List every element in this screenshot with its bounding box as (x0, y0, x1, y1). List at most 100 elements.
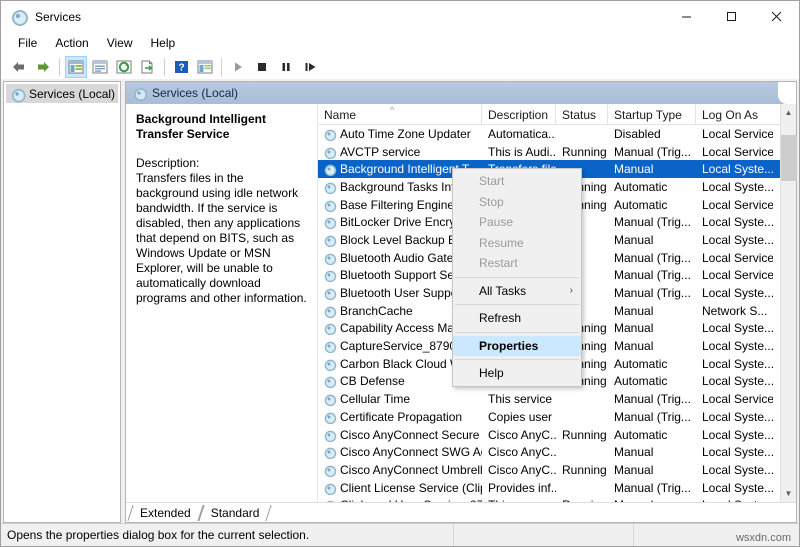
cell-service-log-on-as: Local Service (702, 250, 773, 265)
cell-service-startup-type: Manual (614, 303, 654, 318)
tree-node-services-local[interactable]: Services (Local) (6, 84, 118, 103)
cell-service-log-on-as: Local Syste... (702, 215, 773, 230)
maximize-button[interactable] (709, 1, 754, 32)
context-menu-item-label: Properties (479, 338, 539, 353)
cell-service-name: Clipboard User Service_8790b (318, 498, 482, 502)
services-gear-icon (11, 9, 28, 26)
cell-service-log-on-as: Local Syste... (702, 427, 773, 442)
context-menu-item-help[interactable]: Help (453, 363, 581, 384)
cell-service-name: AVCTP service (318, 145, 482, 159)
status-bar-divider-1 (453, 524, 454, 546)
scrollbar-thumb[interactable] (780, 135, 797, 181)
cell-service-log-on-as: Local Syste... (702, 286, 773, 301)
service-name-label: Cisco AnyConnect SWG Ag... (340, 445, 482, 460)
table-row[interactable]: Auto Time Zone Updater Automatica... Disab… (318, 125, 796, 143)
table-row[interactable]: Cellular Time This service ... Manual (Tri… (318, 390, 796, 408)
cell-service-name: Certificate Propagation (318, 410, 482, 424)
cell-service-startup-type: Manual (614, 445, 654, 460)
table-row[interactable]: AVCTP service This is Audi... Running Manua… (318, 143, 796, 161)
toolbar-separator-2 (164, 57, 165, 76)
tab-standard[interactable]: Standard (201, 504, 270, 522)
start-service-icon[interactable] (227, 56, 249, 78)
export-list-icon[interactable] (137, 56, 159, 78)
main-body: Services (Local) Services (Local) Backgr… (1, 79, 799, 523)
table-row[interactable]: Certificate Propagation Copies user ... Ma… (318, 408, 796, 426)
service-gear-icon (324, 483, 337, 495)
refresh-icon[interactable] (113, 56, 135, 78)
column-header-status[interactable]: Status (556, 104, 608, 125)
context-menu-item-label: Help (479, 366, 504, 381)
tab-extended[interactable]: Extended (130, 504, 201, 522)
cell-service-name: Cellular Time (318, 392, 482, 407)
service-gear-icon (324, 146, 337, 159)
cell-service-log-on-as: Local Syste... (702, 339, 773, 354)
service-gear-icon (324, 253, 337, 265)
toolbar: ? (1, 54, 799, 79)
context-menu: Start Stop Pause Resume Restart All Tasks › Ref… (452, 168, 582, 387)
cell-service-log-on-as: Local Service (702, 197, 773, 212)
menu-action[interactable]: Action (46, 34, 97, 52)
restart-service-icon[interactable] (299, 56, 321, 78)
column-header-startup-type[interactable]: Startup Type (608, 104, 696, 125)
context-menu-separator (455, 359, 579, 360)
menu-file[interactable]: File (9, 34, 46, 52)
cell-service-description: Cisco AnyC... (488, 462, 556, 477)
back-icon[interactable] (8, 56, 30, 78)
forward-icon[interactable] (32, 56, 54, 78)
close-button[interactable] (754, 1, 799, 32)
context-menu-separator (455, 276, 579, 278)
cell-service-name: Cisco AnyConnect Umbrell... (318, 463, 482, 477)
list-vertical-scrollbar[interactable]: ▲ ▼ (780, 104, 797, 502)
service-gear-icon (324, 270, 337, 283)
menu-bar: File Action View Help (1, 32, 799, 54)
table-row[interactable]: Client License Service (ClipS... Provides… (318, 479, 796, 497)
cell-service-log-on-as: Local Syste... (702, 409, 773, 424)
cell-service-startup-type: Manual (Trig... (614, 250, 691, 265)
cell-service-startup-type: Manual (614, 339, 654, 354)
cell-service-log-on-as: Local Syste... (702, 445, 773, 460)
cell-service-name: Client License Service (ClipS... (318, 481, 482, 495)
cell-service-startup-type: Manual (Trig... (614, 286, 691, 301)
cell-service-description: This user ser... (482, 498, 556, 502)
column-header-log-on-as[interactable]: Log On As (696, 104, 773, 125)
scroll-down-icon[interactable]: ▼ (781, 485, 797, 502)
pause-service-icon[interactable] (275, 56, 297, 78)
cell-service-startup-type: Manual (Trig... (614, 215, 691, 230)
context-menu-item-properties[interactable]: Properties (453, 335, 581, 356)
cell-service-description: This is Audi... (488, 144, 556, 159)
context-menu-item-all-tasks[interactable]: All Tasks › (453, 281, 581, 302)
services-window: Services File Action View Help ? Service… (0, 0, 800, 547)
help-icon[interactable]: ? (170, 56, 192, 78)
cell-service-startup-type: Manual (Trig... (614, 144, 691, 159)
table-row[interactable]: Cisco AnyConnect Umbrell... Cisco AnyC...… (318, 461, 796, 479)
service-gear-icon (324, 376, 337, 389)
context-menu-item-label: Start (479, 174, 505, 189)
minimize-button[interactable] (664, 1, 709, 32)
service-gear-icon (324, 288, 337, 301)
service-name-label: Client License Service (ClipS... (340, 480, 482, 495)
menu-help[interactable]: Help (142, 34, 185, 52)
cell-service-log-on-as: Network S... (702, 303, 768, 318)
table-row[interactable]: Cisco AnyConnect Secure ... Cisco AnyC...… (318, 426, 796, 444)
context-menu-item-label: Pause (479, 215, 514, 230)
show-hide-console-tree-icon[interactable] (65, 55, 87, 78)
cell-service-startup-type: Manual (Trig... (614, 409, 691, 424)
scroll-up-icon[interactable]: ▲ (781, 104, 797, 121)
service-gear-icon (324, 447, 337, 460)
column-header-description[interactable]: Description (482, 104, 556, 125)
table-row[interactable]: Clipboard User Service_8790bThis user se… (318, 496, 796, 502)
column-header-name[interactable]: Name ^ (318, 104, 482, 125)
service-gear-icon (324, 465, 337, 477)
scrollbar-track[interactable] (780, 121, 797, 485)
service-name-label: Clipboard User Service_8790b (340, 498, 482, 502)
service-name-label: CaptureService_8790b (340, 339, 463, 354)
table-row[interactable]: Cisco AnyConnect SWG Ag... Cisco AnyC... M… (318, 443, 796, 461)
show-hide-action-pane-icon[interactable] (194, 56, 216, 78)
service-name-label: Auto Time Zone Updater (340, 126, 471, 141)
menu-view[interactable]: View (98, 34, 142, 52)
properties-icon[interactable] (89, 56, 111, 78)
cell-service-description: Cisco AnyC... (488, 445, 556, 460)
service-name-label: Base Filtering Engine (340, 197, 455, 212)
stop-service-icon[interactable] (251, 56, 273, 78)
context-menu-item-refresh[interactable]: Refresh (453, 308, 581, 329)
